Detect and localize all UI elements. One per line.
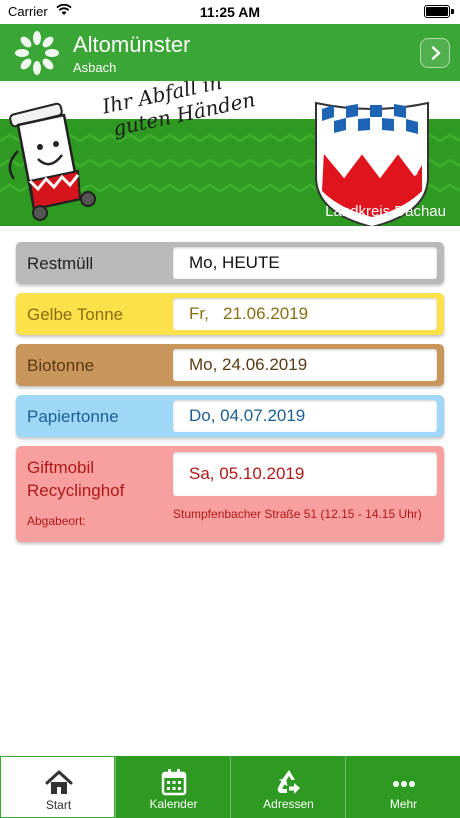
bin-label: Papiertonne xyxy=(27,407,119,426)
chevron-right-icon xyxy=(431,46,441,60)
next-location-button[interactable] xyxy=(420,38,450,68)
status-bar: Carrier 11:25 AM xyxy=(0,0,460,24)
drop-off-label: Abgabeort: xyxy=(27,514,86,528)
bin-label: Biotonne xyxy=(27,356,95,375)
battery-icon xyxy=(424,5,454,18)
biotonne-card[interactable]: Biotonne Mo, 24.06.2019 xyxy=(16,344,444,386)
tab-label: Start xyxy=(45,798,72,812)
municipality-title: Altomünster xyxy=(73,32,191,57)
tab-kalender[interactable]: Kalender xyxy=(115,756,230,818)
calendar-icon xyxy=(161,769,187,796)
giftmobil-label-line-2: Recyclinghof xyxy=(27,481,125,500)
giftmobil-card[interactable]: Giftmobil Recyclinghof Sa, 05.10.2019 Ab… xyxy=(16,446,444,542)
tab-label: Adressen xyxy=(263,797,314,811)
tab-label: Mehr xyxy=(389,797,418,811)
tab-start[interactable]: Start xyxy=(0,756,115,818)
home-icon xyxy=(45,770,73,794)
pickup-date: Fr, 21.06.2019 xyxy=(173,298,437,330)
gelbe-tonne-card[interactable]: Gelbe Tonne Fr, 21.06.2019 xyxy=(16,293,444,335)
tab-mehr[interactable]: Mehr xyxy=(345,756,460,818)
tab-bar: Start Kalender Adressen Mehr xyxy=(0,756,460,818)
promo-banner: Landkreis Dachau Ihr Abfall in guten Hän… xyxy=(0,81,460,226)
drop-off-address: Stumpfenbacher Straße 51 (12.15 - 14.15 … xyxy=(173,507,422,521)
mascot-bin-icon xyxy=(8,102,96,221)
more-icon xyxy=(393,781,415,787)
tab-label: Kalender xyxy=(149,797,198,811)
leaf-logo-icon xyxy=(14,30,60,76)
pickup-date: Do, 04.07.2019 xyxy=(173,400,437,432)
pickup-date: Mo, 24.06.2019 xyxy=(173,349,437,381)
tab-adressen[interactable]: Adressen xyxy=(230,756,345,818)
region-label: Landkreis Dachau xyxy=(325,203,446,220)
pickup-date: Sa, 05.10.2019 xyxy=(173,452,437,496)
pickup-date: Mo, HEUTE xyxy=(173,247,437,279)
bin-label: Gelbe Tonne xyxy=(27,305,124,324)
bin-label: Restmüll xyxy=(27,254,94,273)
papiertonne-card[interactable]: Papiertonne Do, 04.07.2019 xyxy=(16,395,444,437)
clock: 11:25 AM xyxy=(199,4,261,20)
district-subtitle: Asbach xyxy=(73,60,117,75)
giftmobil-label: Giftmobil Recyclinghof xyxy=(27,456,124,502)
recycle-icon xyxy=(277,770,300,794)
giftmobil-label-line-1: Giftmobil xyxy=(27,458,95,477)
restmuell-card[interactable]: Restmüll Mo, HEUTE xyxy=(16,242,444,284)
app-header: Altomünster Asbach xyxy=(0,24,460,81)
